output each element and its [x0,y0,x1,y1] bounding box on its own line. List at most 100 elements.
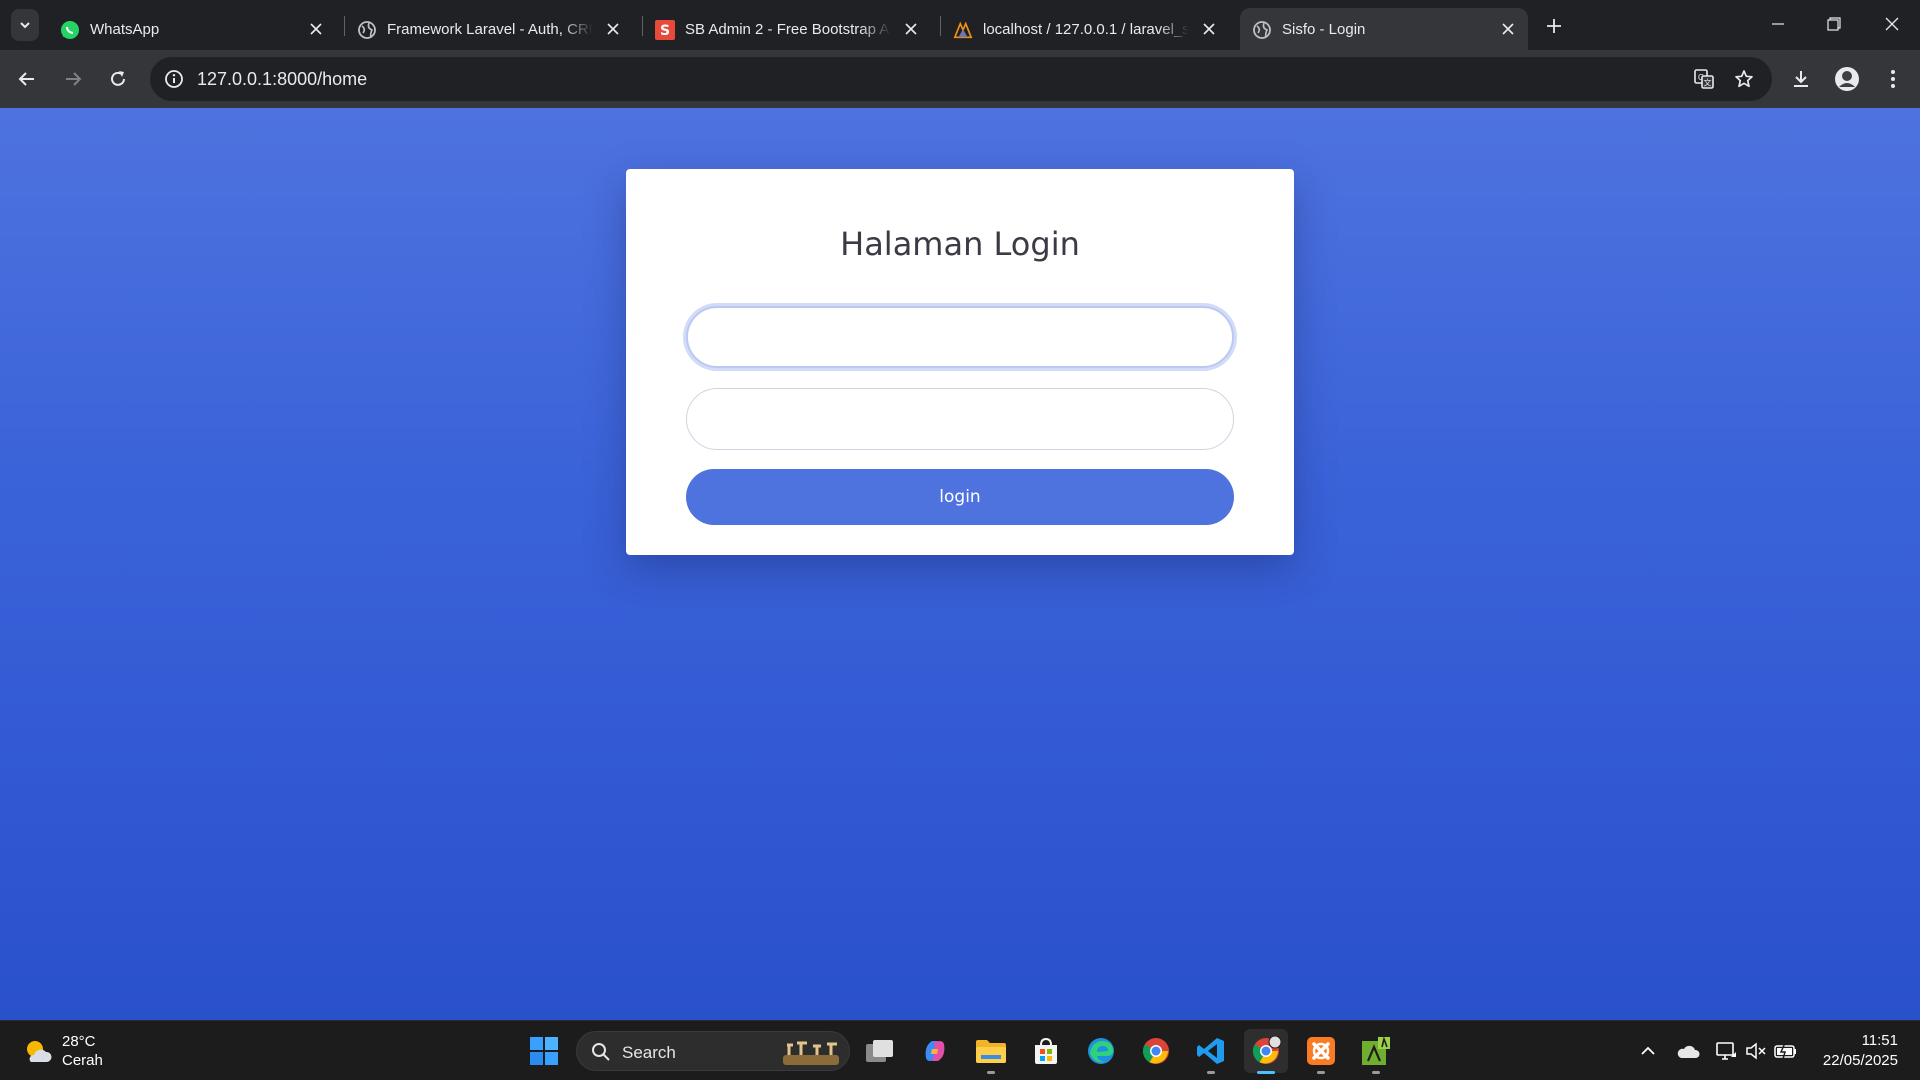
plus-icon [1547,19,1561,33]
reload-button[interactable] [100,61,136,97]
avatar-icon [1835,67,1859,91]
taskbar-search-box[interactable]: Search [576,1031,850,1071]
weather-condition: Cerah [62,1052,103,1069]
translate-icon[interactable]: G文 [1690,65,1718,93]
arrow-right-icon [66,72,82,86]
address-bar[interactable]: 127.0.0.1:8000/home G文 [150,57,1772,101]
page-title: Halaman Login [840,225,1080,263]
search-icon [592,1043,610,1061]
kebab-menu-icon [1891,70,1895,88]
downloads-button[interactable] [1783,61,1819,97]
microsoft-store-button[interactable] [1024,1029,1068,1073]
running-indicator [1317,1071,1325,1074]
search-label: Search [622,1043,676,1062]
forward-button[interactable] [55,61,91,97]
show-hidden-icons-button[interactable] [1634,1037,1662,1065]
vscode-icon [1197,1038,1224,1064]
profile-button[interactable] [1829,61,1865,97]
store-icon [1035,1037,1057,1064]
search-highlight-icon [783,1041,839,1065]
minimize-button[interactable] [1758,6,1798,42]
tab-title: localhost / 127.0.0.1 / laravel_sisfo [983,21,1189,38]
email-field[interactable] [686,306,1234,368]
password-field[interactable] [686,388,1234,450]
copilot-button[interactable] [913,1029,957,1073]
browser-menu-button[interactable] [1875,61,1911,97]
tab-sb-admin[interactable]: S SB Admin 2 - Free Bootstrap Admin [643,8,931,50]
cloud-icon [1677,1045,1700,1058]
volume-tray-button[interactable] [1742,1037,1770,1065]
close-icon [1885,17,1899,31]
sublime-green-app-button[interactable] [1354,1029,1398,1074]
clock-time: 11:51 [1861,1032,1898,1049]
tab-search-button[interactable] [11,9,39,41]
tab-title: SB Admin 2 - Free Bootstrap Admin [685,21,891,38]
download-icon [1794,71,1808,87]
chevron-down-icon [20,22,30,29]
svg-text:S: S [660,23,670,39]
tab-whatsapp[interactable]: WhatsApp [48,8,336,50]
close-tab-icon[interactable] [1199,19,1219,39]
weather-temperature: 28°C [62,1033,96,1050]
start-button[interactable] [522,1029,566,1073]
network-tray-button[interactable] [1712,1037,1740,1065]
running-indicator [1372,1071,1380,1074]
globe-icon [1252,20,1272,40]
arrow-left-icon [18,72,34,86]
chrome-icon [1252,1036,1281,1064]
copilot-icon [925,1041,945,1061]
windows-taskbar: 28°C Cerah Search 11:51 22/05/2025 [0,1020,1920,1080]
folder-icon [976,1040,1006,1063]
url-text[interactable]: 127.0.0.1:8000/home [197,69,367,90]
weather-widget[interactable]: 28°C Cerah [22,1029,103,1073]
whatsapp-icon [60,20,80,40]
running-indicator [1207,1071,1215,1074]
login-button[interactable]: login [686,469,1234,525]
close-tab-icon[interactable] [1498,19,1518,39]
green-app-icon [1362,1036,1390,1065]
site-info-icon[interactable] [160,65,188,93]
tab-title: WhatsApp [90,21,160,38]
edge-button[interactable] [1079,1029,1123,1073]
page-viewport: Halaman Login login [0,108,1920,1020]
svg-text:文: 文 [1704,78,1712,88]
minimize-icon [1772,23,1784,25]
volume-muted-icon [1746,1042,1766,1060]
close-window-button[interactable] [1872,6,1912,42]
task-view-button[interactable] [858,1029,902,1073]
edge-icon [1088,1038,1114,1064]
back-button[interactable] [9,61,45,97]
xampp-icon [1307,1037,1335,1065]
tab-title: Framework Laravel - Auth, CRUD [387,21,593,38]
new-tab-button[interactable] [1540,12,1568,40]
browser-tab-strip: WhatsApp Framework Laravel - Auth, CRUD … [0,0,1920,50]
login-card: Halaman Login login [626,169,1294,555]
onedrive-tray-button[interactable] [1674,1037,1702,1065]
sb-admin-icon: S [655,20,675,40]
restore-button[interactable] [1814,6,1854,42]
tab-sisfo-login[interactable]: Sisfo - Login [1240,8,1528,50]
tab-framework-laravel[interactable]: Framework Laravel - Auth, CRUD [345,8,633,50]
phpmyadmin-icon [953,20,973,40]
running-indicator [1257,1071,1275,1074]
chrome-icon [1142,1038,1169,1064]
system-clock[interactable]: 11:51 22/05/2025 [1823,1031,1898,1071]
close-tab-icon[interactable] [603,19,623,39]
chrome-profile-button[interactable] [1244,1029,1288,1074]
close-tab-icon[interactable] [901,19,921,39]
vscode-button[interactable] [1189,1029,1233,1074]
file-explorer-button[interactable] [969,1029,1013,1074]
battery-charging-icon [1774,1043,1796,1059]
clock-date: 22/05/2025 [1822,1052,1898,1069]
chrome-button[interactable] [1134,1029,1178,1073]
running-indicator [987,1071,995,1074]
bookmark-star-icon[interactable] [1730,65,1758,93]
task-view-icon [866,1040,893,1062]
close-tab-icon[interactable] [306,19,326,39]
battery-tray-button[interactable] [1772,1037,1800,1065]
tab-title: Sisfo - Login [1282,21,1366,38]
network-icon [1716,1042,1736,1060]
tab-phpmyadmin[interactable]: localhost / 127.0.0.1 / laravel_sisfo [941,8,1229,50]
xampp-button[interactable] [1299,1029,1343,1074]
restore-icon [1827,17,1841,31]
